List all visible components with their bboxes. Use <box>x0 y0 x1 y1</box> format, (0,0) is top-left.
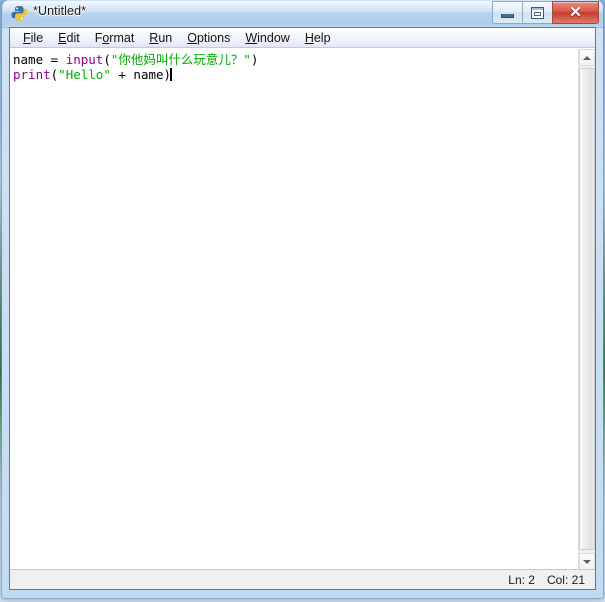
menu-mnemonic: W <box>245 30 258 45</box>
client-area: File Edit Format Run Options Window Help name … <box>9 27 596 590</box>
scroll-up-button[interactable] <box>579 49 595 66</box>
menu-item-options[interactable]: Options <box>180 30 238 46</box>
code-line: name = input("你他妈叫什么玩意儿？") <box>13 52 578 67</box>
menu-item-file[interactable]: File <box>16 30 51 46</box>
menu-mnemonic: H <box>304 30 314 45</box>
vertical-scrollbar[interactable] <box>578 49 595 570</box>
code-token-builtin: print <box>13 67 51 82</box>
menu-item-edit[interactable]: Edit <box>51 30 88 46</box>
idle-editor-window: *Untitled* ✕ File Edit Format Run Options Win… <box>2 0 603 598</box>
caption-buttons: ✕ <box>492 1 599 24</box>
code-token-plain: + name) <box>110 67 172 82</box>
scroll-down-button[interactable] <box>579 553 595 570</box>
column-indicator: Col: 21 <box>546 572 585 587</box>
menu-item-help[interactable]: Help <box>298 30 339 46</box>
maximize-icon <box>531 6 544 19</box>
code-editor[interactable]: name = input("你他妈叫什么玩意儿？") print("Hello" … <box>10 49 578 570</box>
menu-mnemonic: F <box>23 30 31 45</box>
code-token-plain: ( <box>103 52 111 67</box>
text-caret <box>170 68 173 81</box>
minimize-icon <box>501 13 514 18</box>
menu-item-window[interactable]: Window <box>238 30 297 46</box>
window-title: *Untitled* <box>33 4 87 18</box>
line-indicator: Ln: 2 <box>508 572 535 587</box>
code-token-plain: ) <box>250 52 259 67</box>
menu-bar: File Edit Format Run Options Window Help <box>10 28 595 48</box>
menu-item-format[interactable]: Format <box>88 30 143 46</box>
menu-mnemonic: E <box>58 30 67 45</box>
menu-mnemonic: R <box>149 30 159 45</box>
minimize-button[interactable] <box>492 1 522 24</box>
code-line: print("Hello" + name) <box>13 67 578 82</box>
scroll-down-arrow-icon <box>583 559 591 564</box>
title-bar[interactable]: *Untitled* ✕ <box>2 0 603 28</box>
close-icon: ✕ <box>569 4 582 21</box>
code-token-builtin: input <box>65 52 104 67</box>
code-token-plain: name = <box>13 52 66 67</box>
scrollbar-thumb[interactable] <box>579 68 595 550</box>
menu-item-run[interactable]: Run <box>142 30 180 46</box>
scroll-up-arrow-icon <box>583 55 591 60</box>
code-token-string: "Hello" <box>58 67 111 82</box>
code-token-string: "你他妈叫什么玩意儿？" <box>110 52 251 67</box>
maximize-button[interactable] <box>522 1 552 24</box>
status-bar: Ln: 2 Col: 21 <box>10 569 595 589</box>
python-idle-icon <box>11 6 28 21</box>
close-button[interactable]: ✕ <box>552 1 599 24</box>
menu-mnemonic: O <box>187 30 197 45</box>
menu-mnemonic: o <box>102 30 110 45</box>
